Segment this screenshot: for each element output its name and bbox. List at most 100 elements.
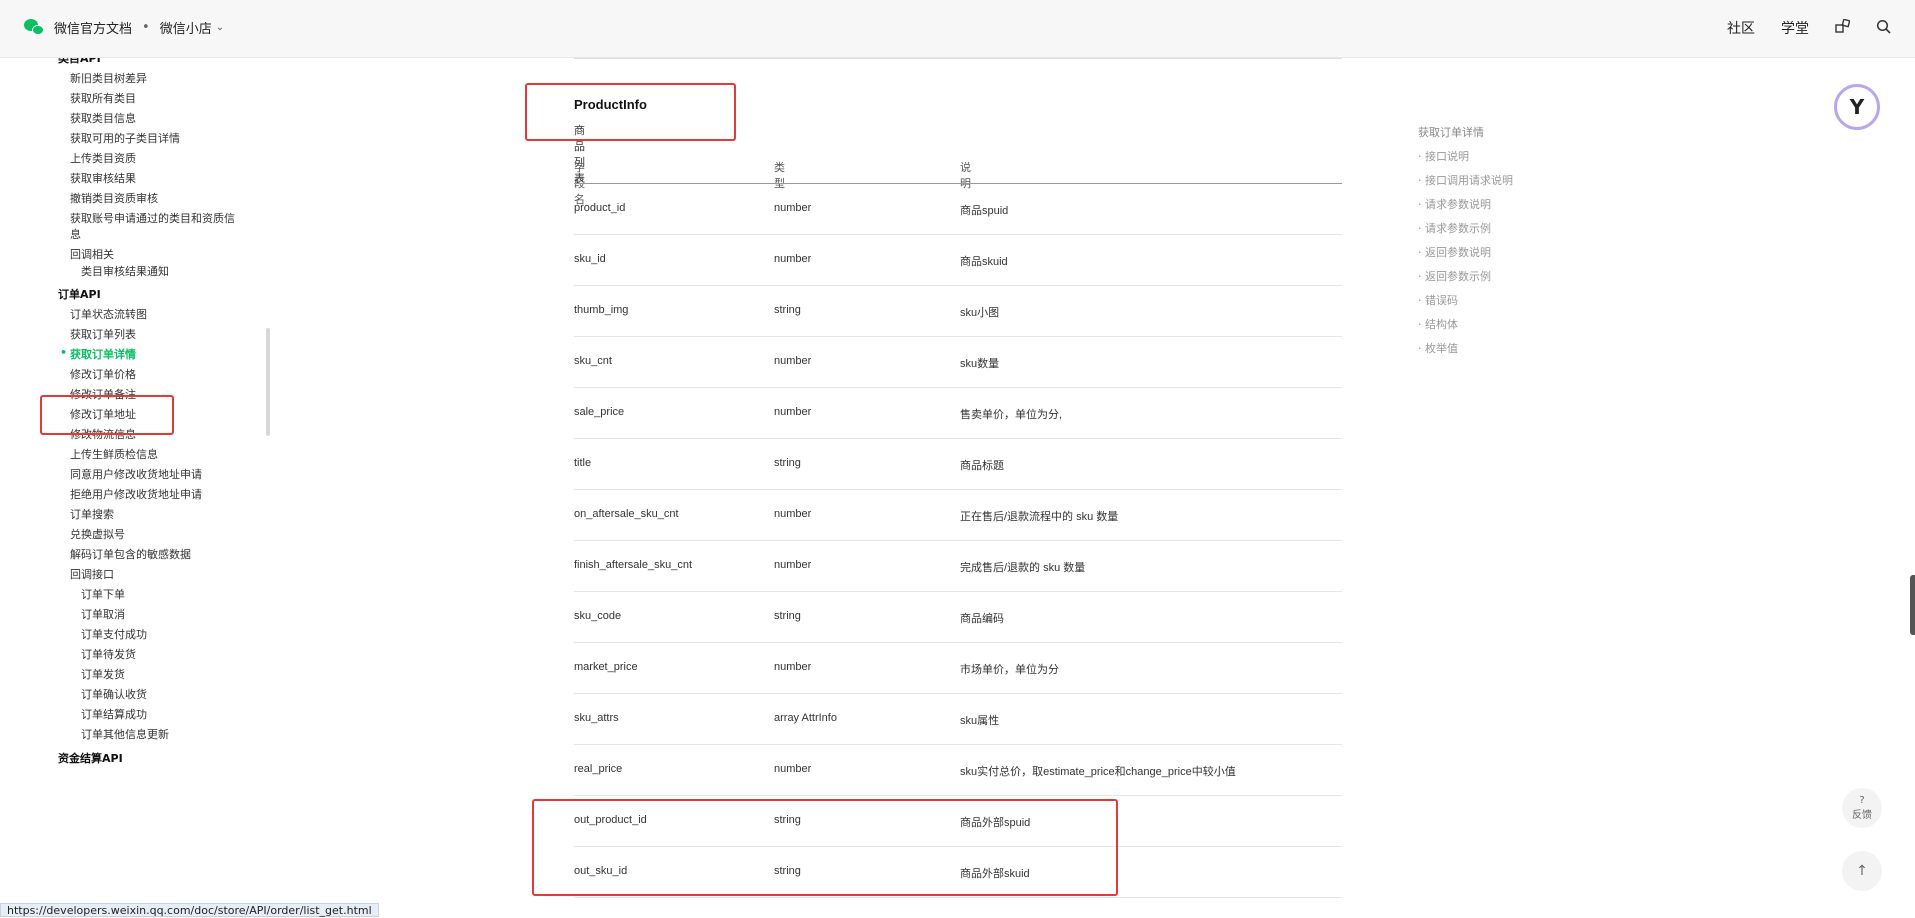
field-name-cell: sku_id <box>574 253 606 265</box>
table-row: sku_cnt number sku数量 <box>574 337 1342 388</box>
brand-title[interactable]: 微信官方文档 <box>54 18 132 37</box>
table-row: thumb_img string sku小图 <box>574 286 1342 337</box>
toc-item[interactable]: · 结构体 <box>1418 316 1458 332</box>
field-desc-cell: 市场单价，单位为分 <box>960 664 1059 676</box>
search-icon[interactable] <box>1876 19 1891 38</box>
nav-community[interactable]: 社区 <box>1727 18 1755 38</box>
sidebar-item[interactable]: 回调接口 <box>70 566 114 582</box>
toc-item[interactable]: · 错误码 <box>1418 292 1458 308</box>
sidebar-item[interactable]: 订单结算成功 <box>81 706 147 722</box>
grid-icon[interactable] <box>1835 17 1851 38</box>
table-row: real_price number sku实付总价，取estimate_price和… <box>574 745 1342 796</box>
sidebar-item[interactable]: 获取订单详情 <box>60 346 136 362</box>
sidebar-item[interactable]: 拒绝用户修改收货地址申请 <box>70 486 202 502</box>
field-type-cell: array AttrInfo <box>774 712 837 724</box>
field-type-cell: number <box>774 355 812 367</box>
sidebar-item[interactable]: 订单确认收货 <box>81 686 147 702</box>
field-name-cell: on_aftersale_sku_cnt <box>574 508 679 520</box>
highlight-box-title <box>525 83 736 141</box>
sidebar-item[interactable]: 获取可用的子类目详情 <box>70 130 180 146</box>
assistant-badge-icon[interactable]: Y <box>1834 84 1880 130</box>
sidebar-item[interactable]: 新旧类目树差异 <box>70 70 147 86</box>
toc-title[interactable]: 获取订单详情 <box>1418 124 1484 140</box>
field-desc-cell: 商品编码 <box>960 613 1004 625</box>
table-row: title string 商品标题 <box>574 439 1342 490</box>
field-name-cell: sku_cnt <box>574 355 612 367</box>
sidebar-item[interactable]: 订单取消 <box>81 606 125 622</box>
toc-item[interactable]: · 请求参数说明 <box>1418 196 1491 212</box>
sidebar-item[interactable]: 订单其他信息更新 <box>81 726 169 742</box>
sidebar-section-head[interactable]: 类目API <box>58 58 101 66</box>
sidebar-item[interactable]: 同意用户修改收货地址申请 <box>70 466 202 482</box>
field-desc-cell: 商品spuid <box>960 205 1009 217</box>
feedback-button[interactable]: ? 反馈 <box>1842 788 1882 828</box>
toc-item[interactable]: · 接口调用请求说明 <box>1418 172 1513 188</box>
highlight-box-rows <box>532 799 1118 896</box>
sidebar-item[interactable]: 订单支付成功 <box>81 626 147 642</box>
wechat-logo-icon <box>24 18 46 37</box>
field-desc-cell: 完成售后/退款的 sku 数量 <box>960 562 1086 574</box>
sidebar: 类目API 新旧类目树差异 获取所有类目 获取类目信息获取可用的子类目详情 上传类目资质… <box>0 58 272 917</box>
sidebar-section-head[interactable]: 资金结算API <box>58 750 123 766</box>
chevron-down-icon[interactable]: ⌄ <box>216 22 224 33</box>
field-name-cell: finish_aftersale_sku_cnt <box>574 559 693 571</box>
field-type-cell: number <box>774 763 812 775</box>
sidebar-item[interactable]: 类目审核结果通知 <box>81 263 169 279</box>
sidebar-item[interactable]: 息 <box>70 226 81 242</box>
back-to-top-button[interactable]: ↑ <box>1842 851 1882 891</box>
toc-item[interactable]: · 返回参数示例 <box>1418 268 1491 284</box>
sidebar-item[interactable]: 获取类目信息 <box>70 110 136 126</box>
sidebar-item[interactable]: 订单下单 <box>81 586 125 602</box>
divider <box>574 58 1342 59</box>
toc-item[interactable]: · 返回参数说明 <box>1418 244 1491 260</box>
status-url: https://developers.weixin.qq.com/doc/sto… <box>0 903 379 917</box>
sidebar-item[interactable]: 获取审核结果 <box>70 170 136 186</box>
field-name-cell: sku_code <box>574 610 622 622</box>
sidebar-item[interactable]: 回调相关 <box>70 246 114 262</box>
field-desc-cell: 商品skuid <box>960 256 1008 268</box>
field-name-cell: market_price <box>574 661 638 673</box>
top-bar: 微信官方文档 • 微信小店 ⌄ 社区 学堂 <box>0 0 1915 58</box>
brand[interactable]: 微信官方文档 • 微信小店 ⌄ <box>24 18 224 37</box>
section-dropdown[interactable]: 微信小店 <box>160 18 212 37</box>
sidebar-item[interactable]: 兑换虚拟号 <box>70 526 125 542</box>
field-type-cell: string <box>774 457 801 469</box>
toc-item[interactable]: · 请求参数示例 <box>1418 220 1491 236</box>
sidebar-item[interactable]: 上传生鲜质检信息 <box>70 446 158 462</box>
table-row: market_price number 市场单价，单位为分 <box>574 643 1342 694</box>
field-name-cell: product_id <box>574 202 626 214</box>
toc-item[interactable]: · 接口说明 <box>1418 148 1469 164</box>
sidebar-item[interactable]: 订单发货 <box>81 666 125 682</box>
field-name-cell: sku_attrs <box>574 712 619 724</box>
sidebar-item[interactable]: 修改订单价格 <box>70 366 136 382</box>
sidebar-item[interactable]: 获取所有类目 <box>70 90 136 106</box>
field-desc-cell: sku实付总价，取estimate_price和change_price中较小值 <box>960 766 1236 778</box>
field-desc-cell: sku小图 <box>960 307 1000 319</box>
sidebar-item[interactable]: 订单搜索 <box>70 506 114 522</box>
table-row: finish_aftersale_sku_cnt number 完成售后/退款的 s… <box>574 541 1342 592</box>
field-desc-cell: 商品标题 <box>960 460 1004 472</box>
highlight-box-sidebar <box>40 395 174 435</box>
sidebar-item[interactable]: 解码订单包含的敏感数据 <box>70 546 191 562</box>
field-type-cell: number <box>774 406 812 418</box>
field-name-cell: thumb_img <box>574 304 629 316</box>
sidebar-item[interactable]: 上传类目资质 <box>70 150 136 166</box>
field-type-cell: number <box>774 559 812 571</box>
field-desc-cell: sku数量 <box>960 358 1000 370</box>
side-tab[interactable] <box>1910 575 1915 635</box>
field-desc-cell: 正在售后/退款流程中的 sku 数量 <box>960 511 1119 523</box>
sidebar-item[interactable]: 获取账号申请通过的类目和资质信 <box>70 210 235 226</box>
question-icon: ? <box>1859 795 1865 806</box>
sidebar-section-head[interactable]: 订单API <box>58 286 101 302</box>
table-row: sku_id number 商品skuid <box>574 235 1342 286</box>
sidebar-scrollbar[interactable] <box>266 328 270 436</box>
nav-academy[interactable]: 学堂 <box>1781 18 1809 38</box>
sidebar-item[interactable]: 订单待发货 <box>81 646 136 662</box>
field-type-cell: string <box>774 610 801 622</box>
feedback-label: 反馈 <box>1852 810 1872 821</box>
sidebar-item[interactable]: 获取订单列表 <box>70 326 136 342</box>
table-row: on_aftersale_sku_cnt number 正在售后/退款流程中的 sk… <box>574 490 1342 541</box>
sidebar-item[interactable]: 撤销类目资质审核 <box>70 190 158 206</box>
toc-item[interactable]: · 枚举值 <box>1418 340 1458 356</box>
sidebar-item[interactable]: 订单状态流转图 <box>70 306 147 322</box>
